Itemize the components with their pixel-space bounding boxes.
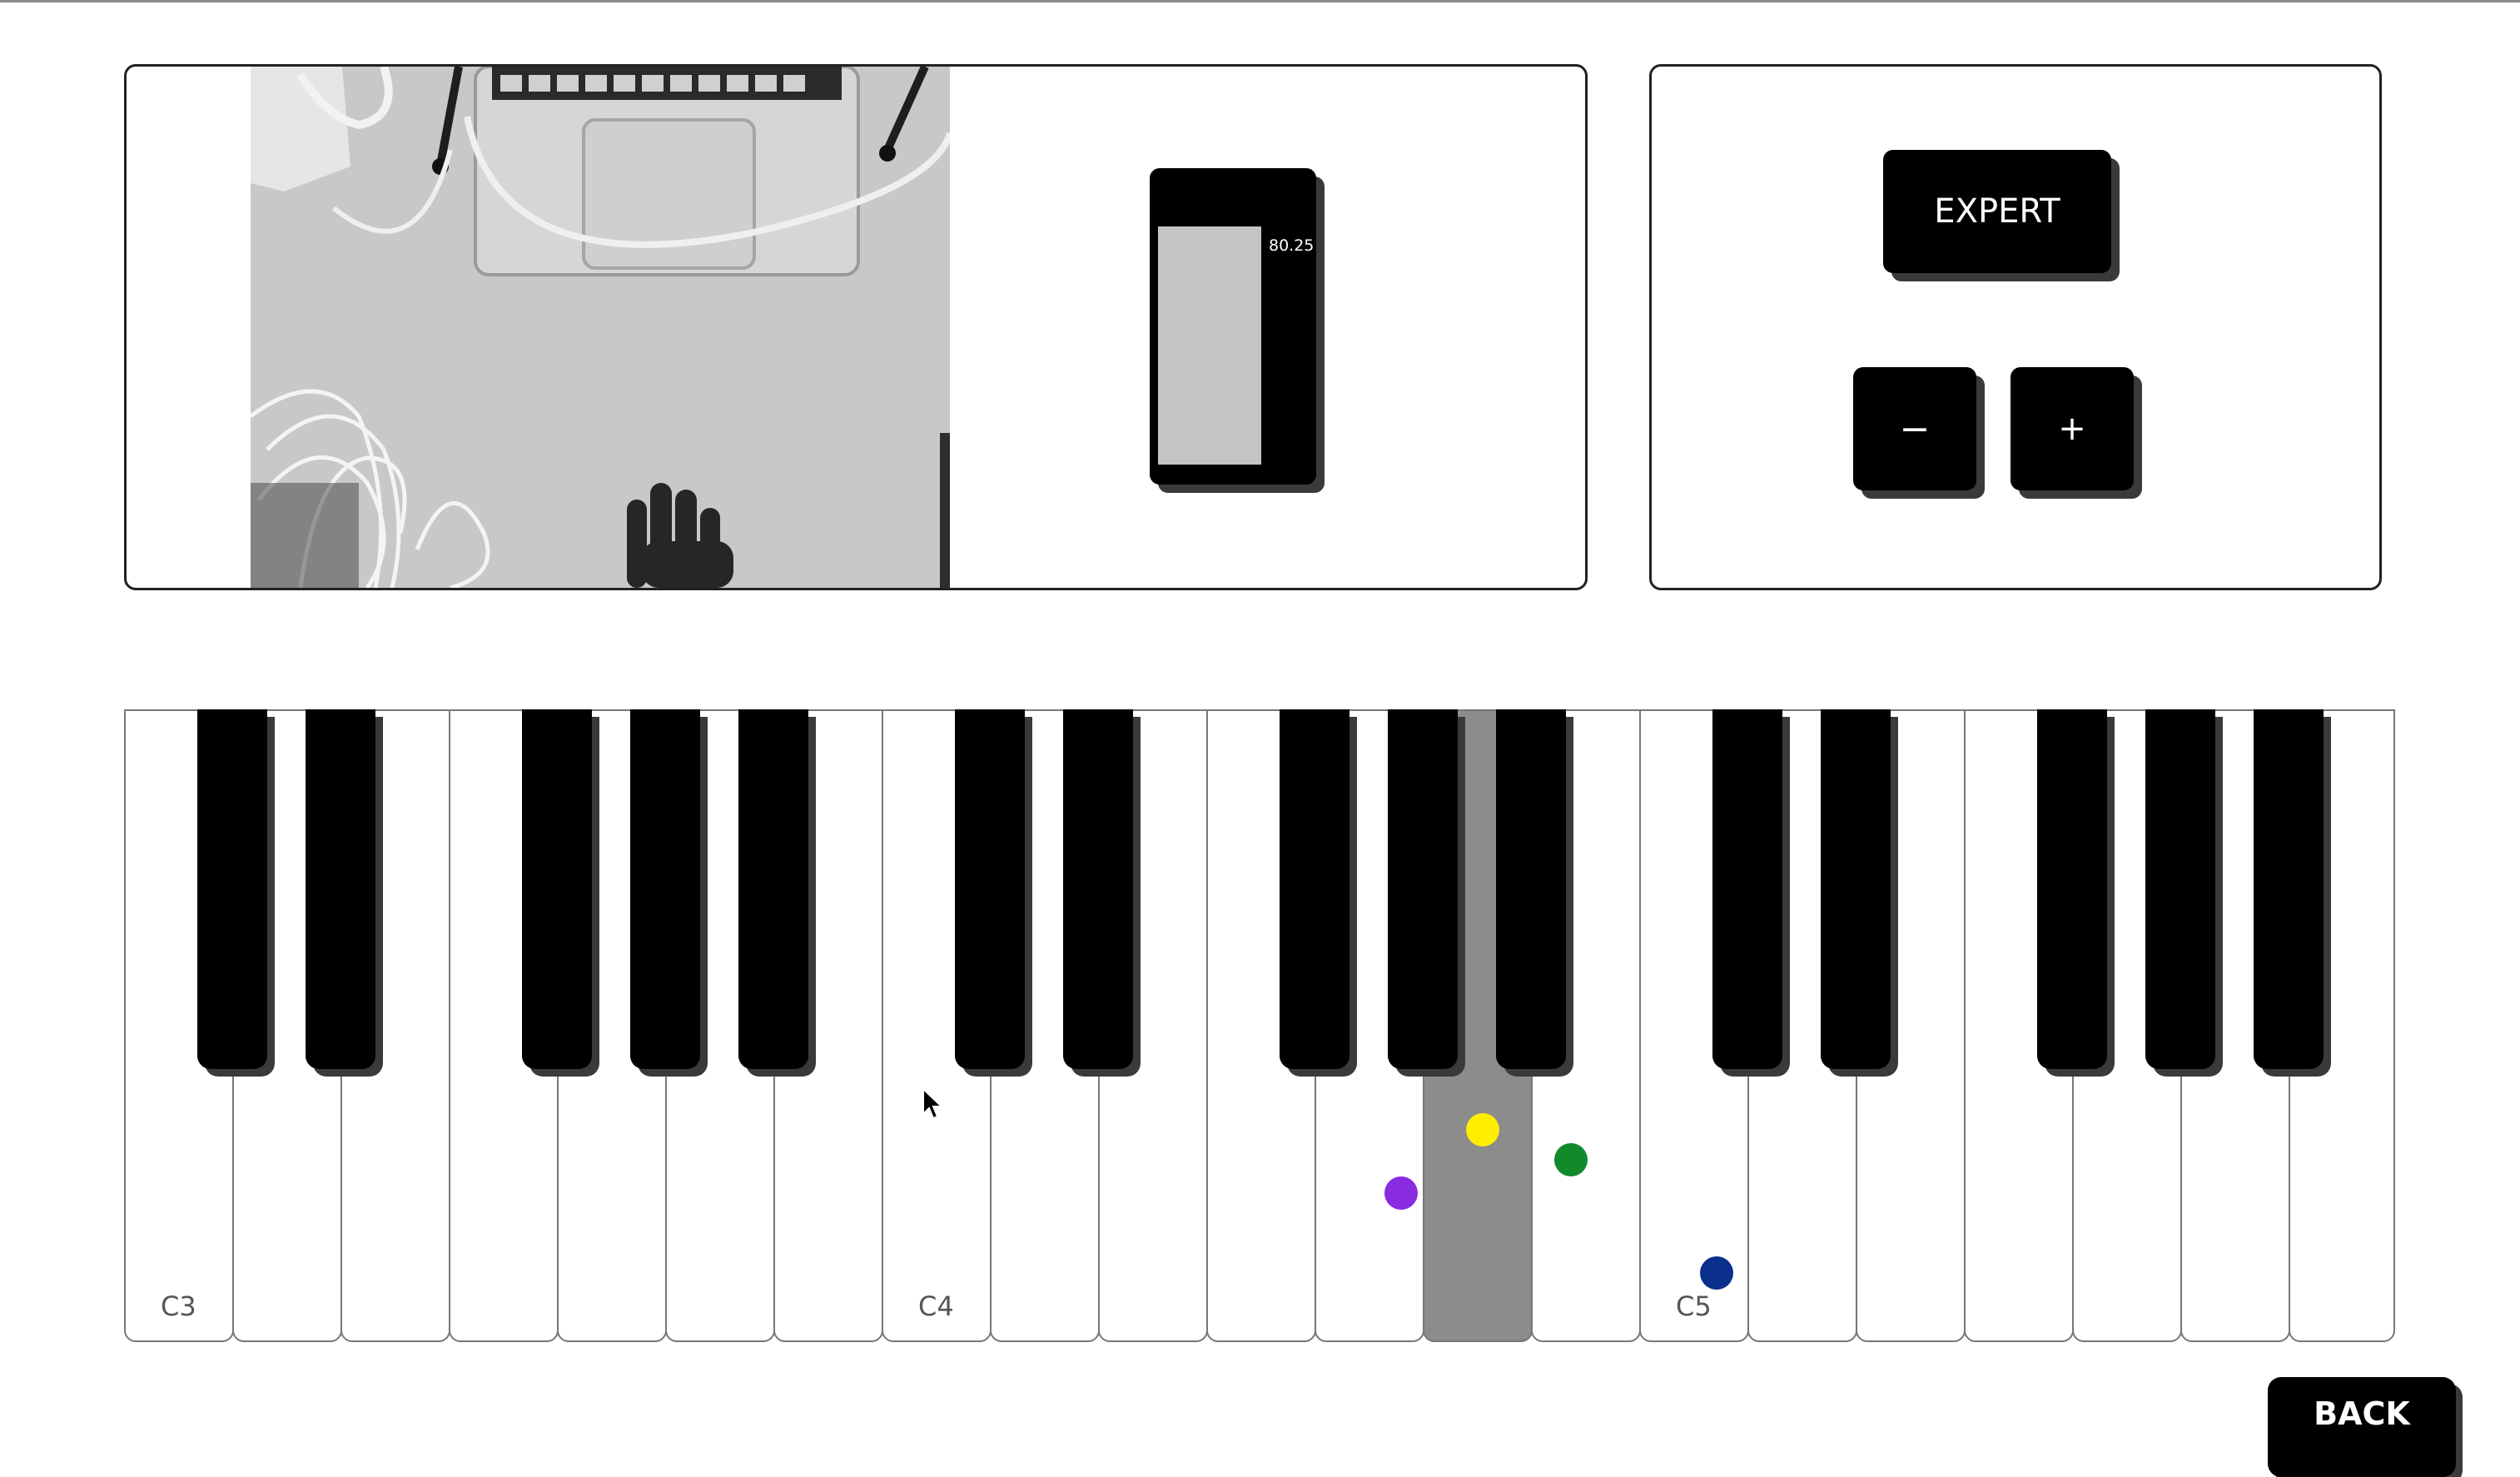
black-key[interactable] xyxy=(2037,709,2107,1069)
purple-finger-marker xyxy=(1384,1176,1418,1210)
black-key[interactable] xyxy=(2254,709,2324,1069)
controls-panel xyxy=(1649,64,2382,590)
level-meter: 80.25 xyxy=(1150,168,1316,485)
black-key[interactable] xyxy=(1063,709,1133,1069)
black-key[interactable] xyxy=(738,709,808,1069)
black-key[interactable] xyxy=(1712,709,1782,1069)
top-border-line xyxy=(0,0,2520,2)
mouse-cursor-icon xyxy=(922,1087,943,1120)
black-key[interactable] xyxy=(1388,709,1458,1069)
octave-label-c5: C5 xyxy=(1676,1291,1712,1322)
black-key[interactable] xyxy=(306,709,375,1069)
yellow-finger-marker xyxy=(1466,1113,1499,1146)
expert-mode-button[interactable]: EXPERT xyxy=(1883,150,2111,273)
black-key[interactable] xyxy=(1821,709,1891,1069)
camera-panel: 80.25 xyxy=(124,64,1588,590)
camera-image xyxy=(251,67,950,588)
black-key[interactable] xyxy=(955,709,1025,1069)
green-finger-marker xyxy=(1554,1143,1588,1176)
black-key[interactable] xyxy=(197,709,267,1069)
blue-finger-marker xyxy=(1700,1256,1733,1290)
back-button[interactable]: BACK xyxy=(2268,1377,2456,1477)
level-meter-fill xyxy=(1158,226,1261,465)
decrease-button[interactable]: − xyxy=(1853,367,1976,490)
black-key[interactable] xyxy=(1280,709,1349,1069)
black-key[interactable] xyxy=(522,709,592,1069)
octave-label-c3: C3 xyxy=(161,1291,196,1322)
increase-button[interactable]: + xyxy=(2011,367,2134,490)
black-key[interactable] xyxy=(2145,709,2215,1069)
level-meter-value: 80.25 xyxy=(1269,236,1315,255)
octave-label-c4: C4 xyxy=(918,1291,954,1322)
piano-keyboard: C3 C4 C5 xyxy=(124,709,2395,1342)
black-key[interactable] xyxy=(630,709,700,1069)
black-key[interactable] xyxy=(1496,709,1566,1069)
camera-feed xyxy=(251,67,950,588)
